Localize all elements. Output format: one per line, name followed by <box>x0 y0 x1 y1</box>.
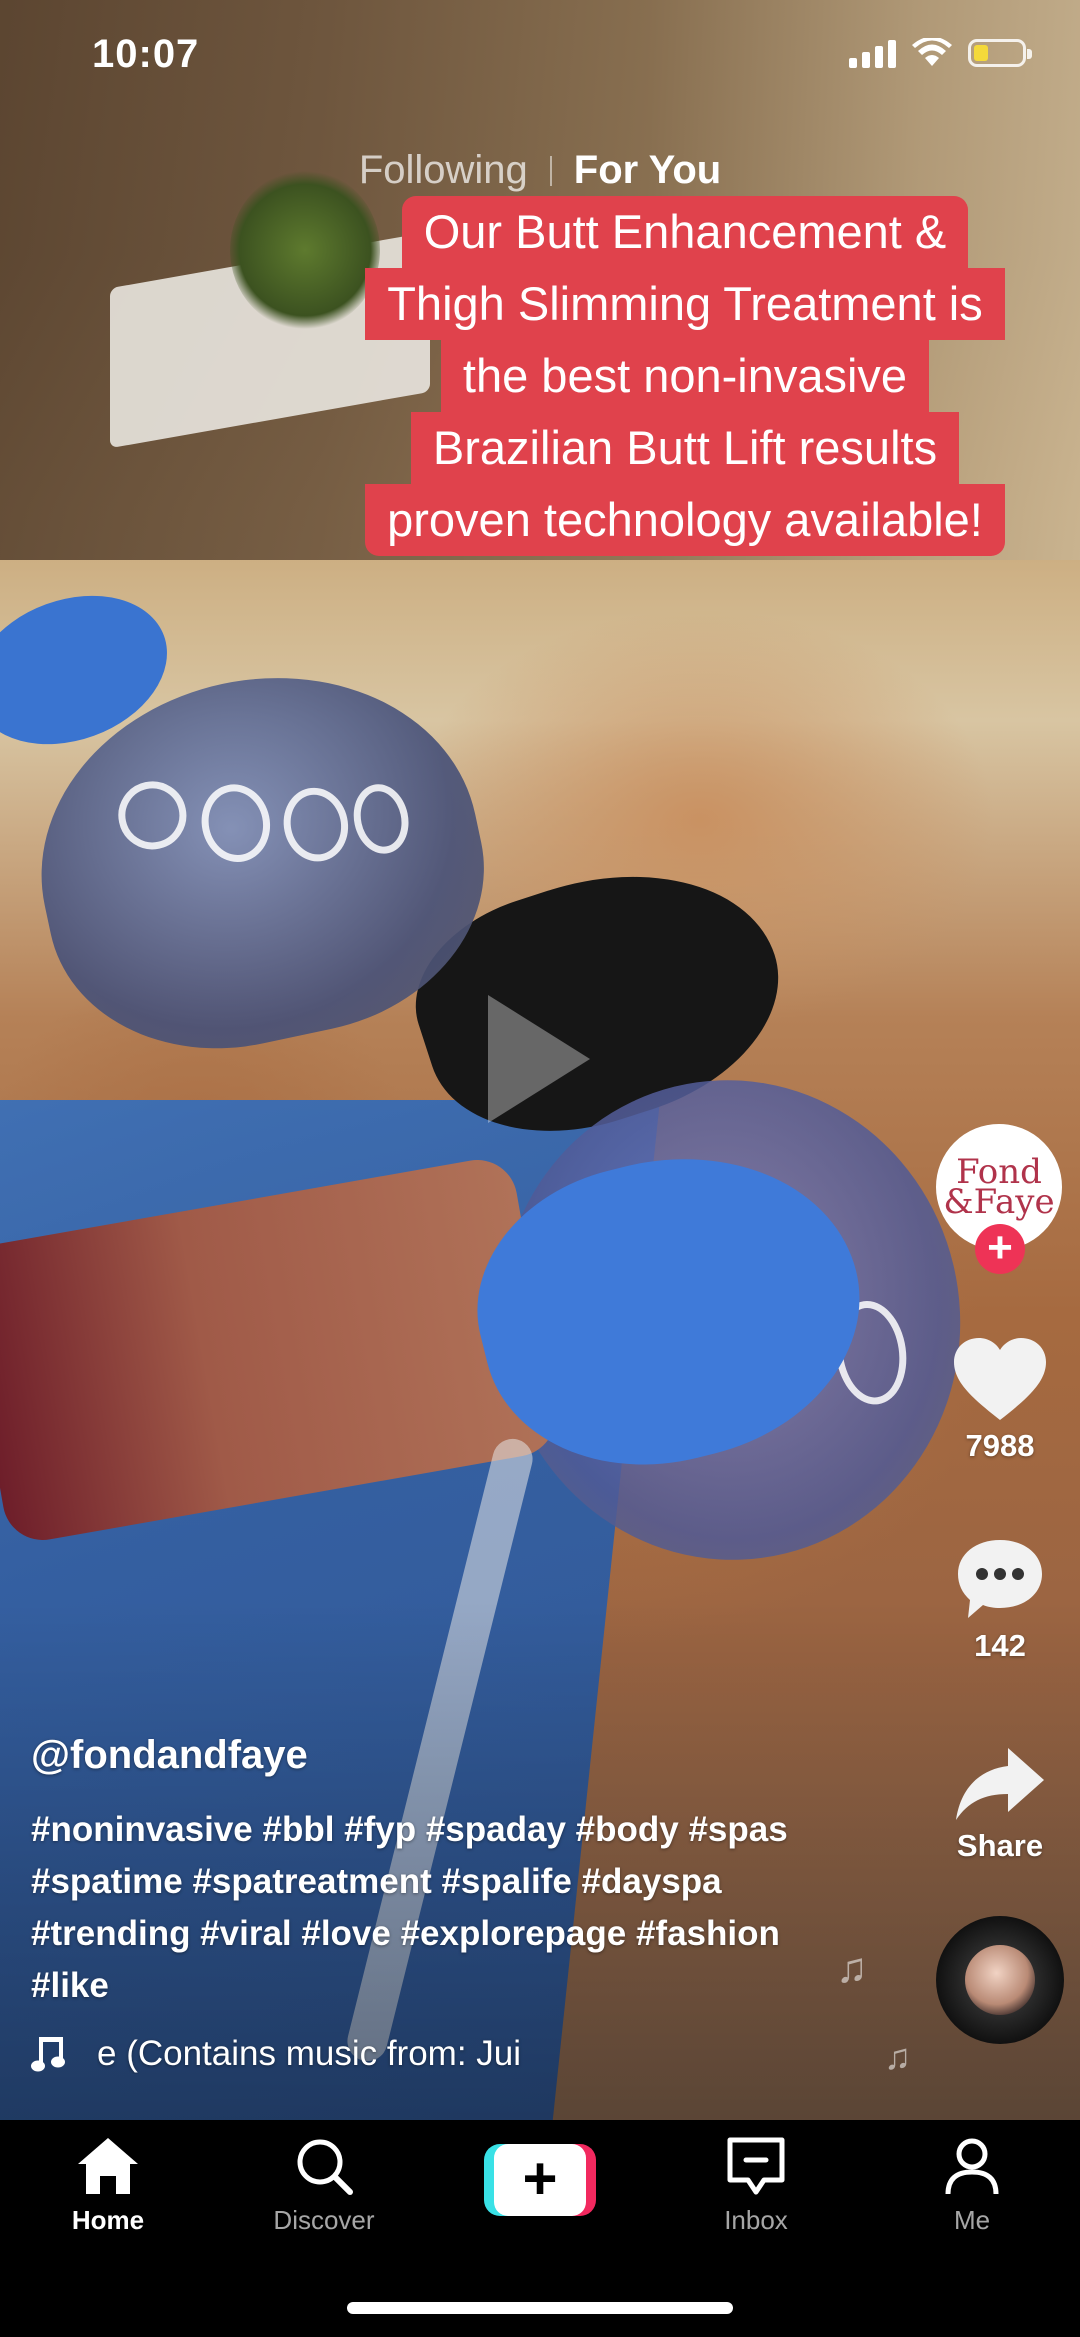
share-button[interactable]: Share <box>936 1746 1064 1864</box>
play-icon[interactable] <box>488 995 590 1123</box>
cellular-signal-icon <box>849 38 896 68</box>
creator-username[interactable]: @fondandfaye <box>31 1733 308 1778</box>
caption-line: Thigh Slimming Treatment is <box>365 268 1005 340</box>
music-disc[interactable] <box>936 1916 1064 2044</box>
comment-count: 142 <box>974 1628 1026 1663</box>
follow-button[interactable]: + <box>975 1224 1025 1274</box>
caption-line: proven technology available! <box>365 484 1005 556</box>
tab-for-you[interactable]: For You <box>552 148 743 193</box>
search-icon <box>297 2139 353 2195</box>
tab-following[interactable]: Following <box>337 148 550 193</box>
like-count: 7988 <box>965 1428 1035 1463</box>
avatar-logo-text: &Faye <box>943 1182 1055 1222</box>
inbox-icon <box>727 2137 785 2195</box>
status-time: 10:07 <box>92 32 200 76</box>
description-line: #noninvasive #bbl #fyp #spaday #body #sp… <box>31 1810 788 1849</box>
plus-icon: + <box>494 2144 586 2216</box>
nav-me[interactable]: Me <box>892 2136 1052 2236</box>
heart-icon <box>954 1338 1046 1420</box>
comment-button[interactable]: 142 <box>936 1536 1064 1664</box>
profile-icon <box>945 2138 999 2195</box>
nav-discover-label: Discover <box>273 2205 375 2235</box>
creator-avatar[interactable]: Fond &Faye + <box>936 1124 1064 1274</box>
video-description: #noninvasive #bbl #fyp #spaday #body #sp… <box>31 1804 891 2012</box>
nav-inbox-label: Inbox <box>724 2205 788 2235</box>
battery-level <box>974 45 988 61</box>
music-title: e (Contains music from: Jui <box>97 2034 522 2073</box>
description-line: #like <box>31 1966 109 2005</box>
comment-icon <box>958 1540 1042 1618</box>
music-note-icon <box>31 2037 65 2072</box>
battery-icon <box>968 39 1032 67</box>
create-button[interactable]: + <box>484 2144 596 2216</box>
like-button[interactable]: 7988 <box>936 1336 1064 1464</box>
feed-tabs: Following For You <box>0 148 1080 193</box>
disc-cover-avatar <box>965 1945 1035 2015</box>
status-icons <box>849 38 1032 68</box>
share-arrow-icon <box>956 1748 1044 1820</box>
nav-discover[interactable]: Discover <box>244 2136 404 2236</box>
caption-line: Brazilian Butt Lift results <box>410 412 960 484</box>
wifi-icon <box>912 38 952 66</box>
nav-home[interactable]: Home <box>28 2136 188 2236</box>
nav-home-label: Home <box>71 2205 145 2235</box>
floating-note-icon: ♫ <box>884 2036 911 2077</box>
caption-line: the best non-invasive <box>440 340 930 412</box>
description-line: #spatime #spatreatment #spalife #dayspa <box>31 1862 722 1901</box>
nav-inbox[interactable]: Inbox <box>676 2136 836 2236</box>
home-icon <box>78 2138 138 2194</box>
music-info[interactable]: e (Contains music from: Jui <box>31 2034 557 2074</box>
nav-me-label: Me <box>953 2205 991 2235</box>
caption-line: Our Butt Enhancement & <box>401 196 969 268</box>
video-caption-overlay: Our Butt Enhancement & Thigh Slimming Tr… <box>285 196 1080 556</box>
description-line: #trending #viral #love #explorepage #fas… <box>31 1914 780 1953</box>
share-label: Share <box>956 1828 1044 1863</box>
home-indicator[interactable] <box>347 2302 733 2314</box>
